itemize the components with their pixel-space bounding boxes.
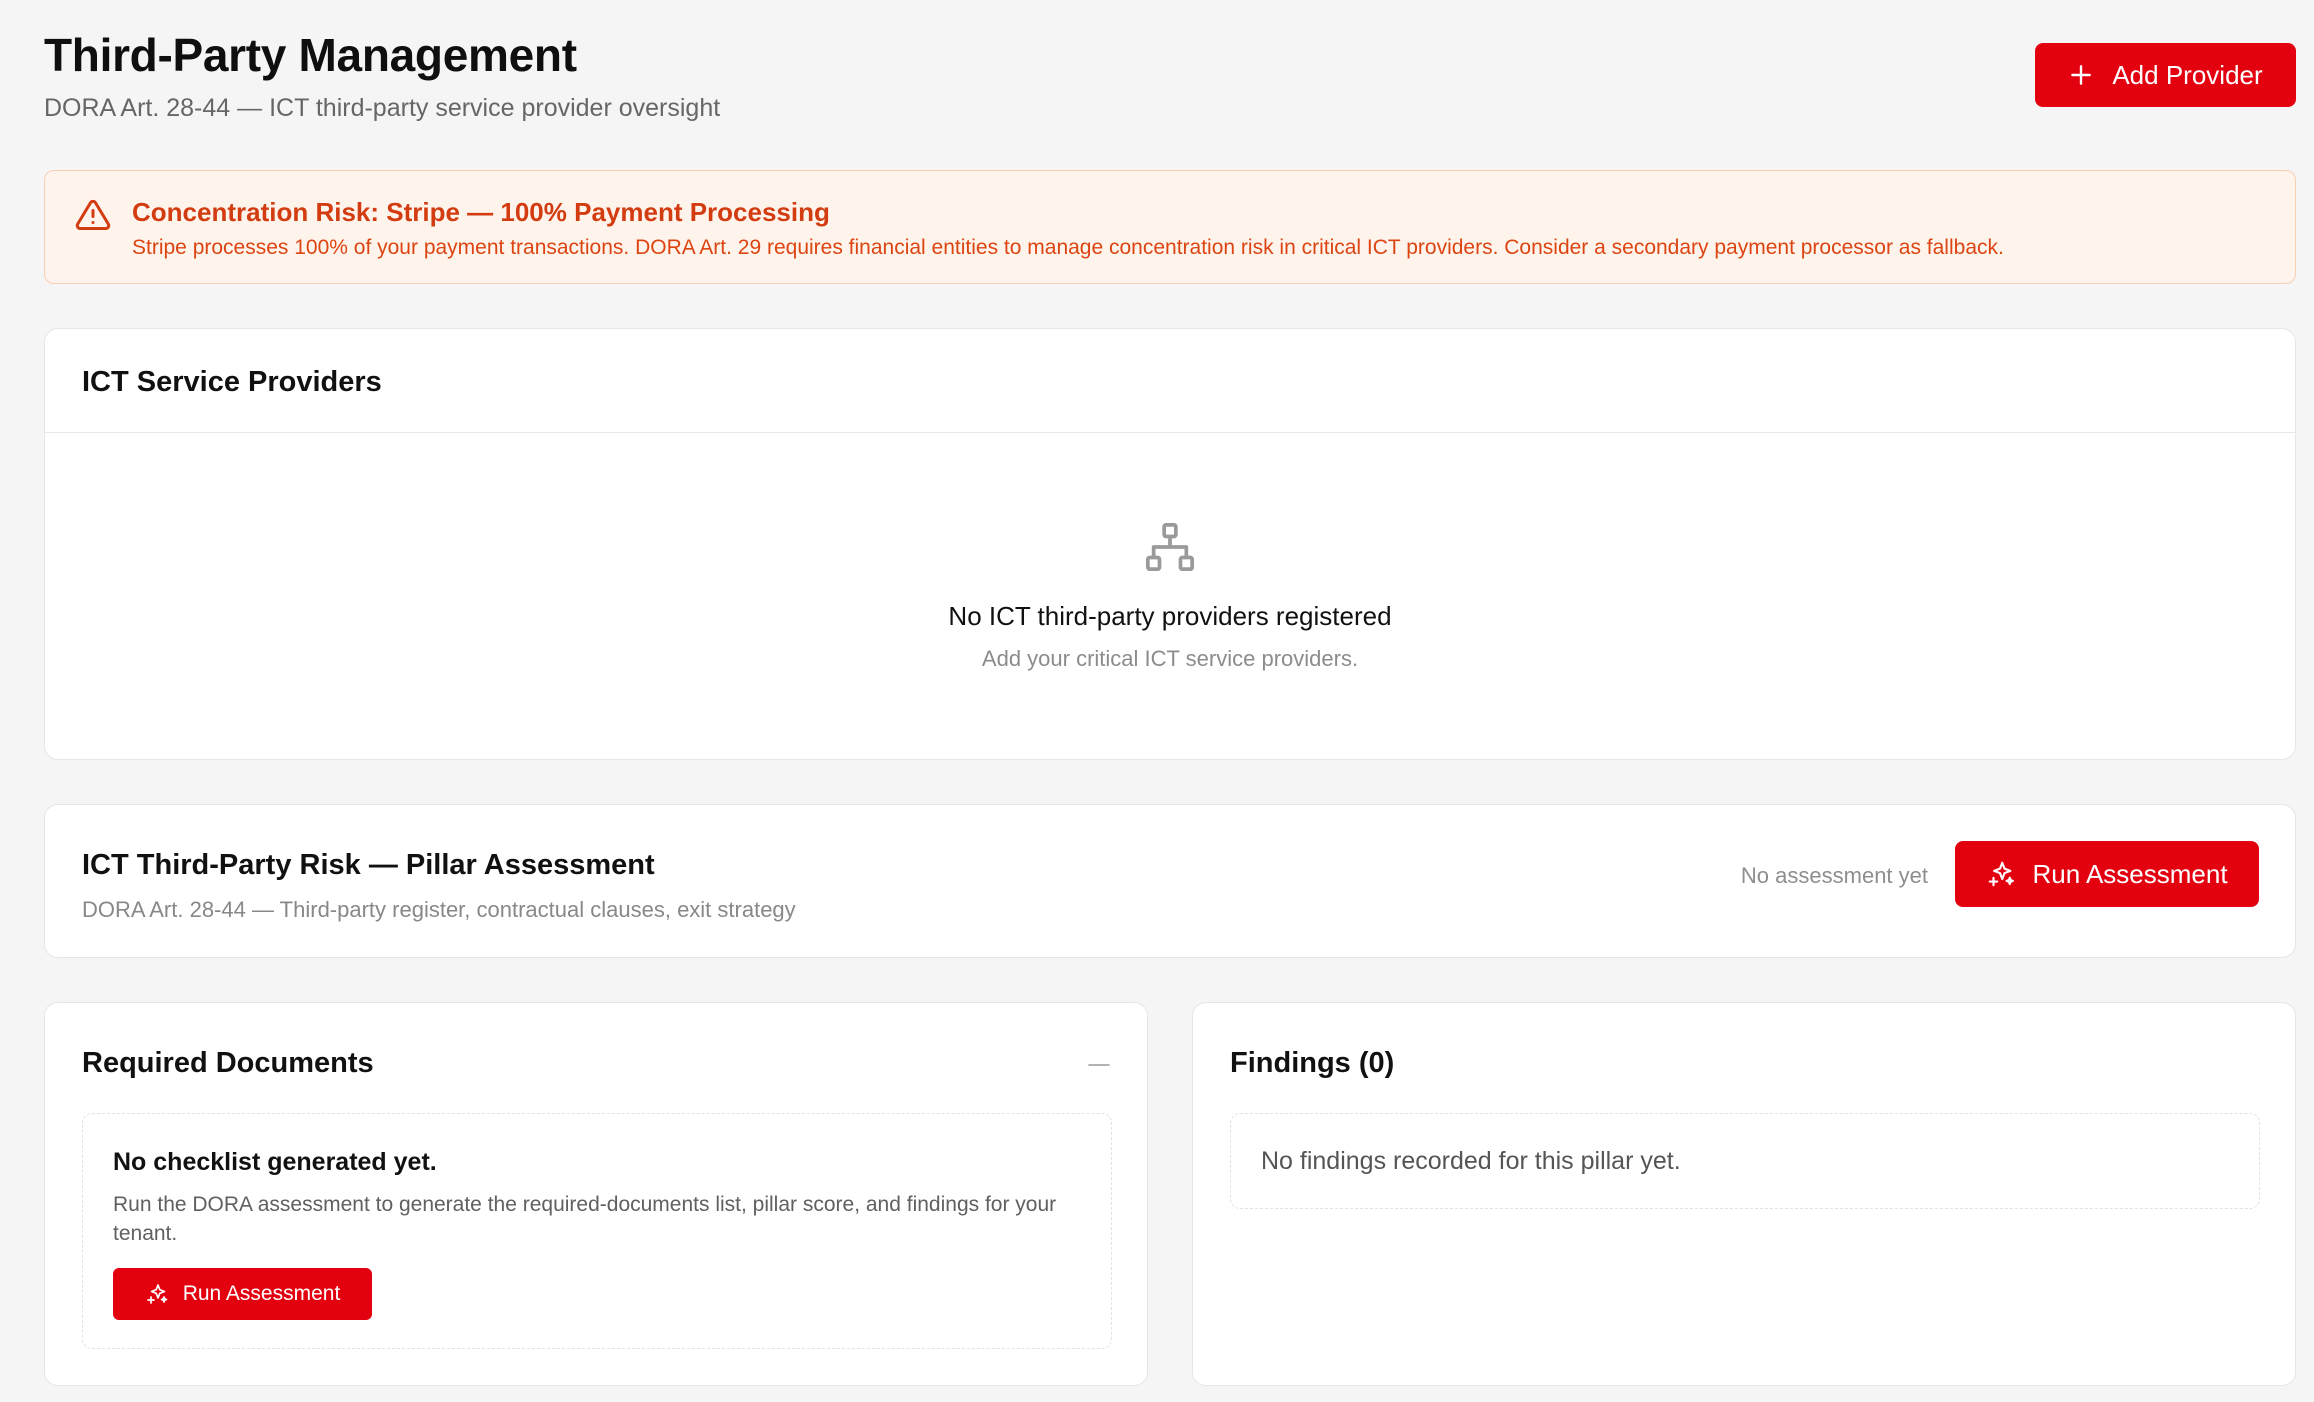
alert-body: Stripe processes 100% of your payment tr… [132,236,2004,259]
empty-subtitle: Add your critical ICT service providers. [981,646,1359,671]
empty-title: No ICT third-party providers registered [948,601,1392,631]
findings-empty-state: No findings recorded for this pillar yet… [1230,1113,2260,1209]
checklist-empty-text: Run the DORA assessment to generate the … [113,1193,1057,1245]
checklist-empty-title: No checklist generated yet. [113,1148,437,1176]
pillar-title: ICT Third-Party Risk — Pillar Assessment [82,849,655,881]
card-header: ICT Service Providers [45,329,2295,433]
network-hierarchy-icon [1145,522,1195,572]
assessment-status: No assessment yet [1740,863,1928,888]
findings-card: Findings (0) No findings recorded for th… [1192,1002,2296,1386]
sparkles-icon [146,1284,168,1304]
concentration-risk-alert: Concentration Risk: Stripe — 100% Paymen… [44,170,2296,284]
alert-title: Concentration Risk: Stripe — 100% Paymen… [132,197,830,227]
add-provider-label: Add Provider [2112,59,2263,90]
page-header: Third-Party Management DORA Art. 28-44 —… [44,0,2296,160]
page-title: Third-Party Management [44,29,577,81]
required-documents-card: Required Documents No checklist generate… [44,1002,1148,1386]
add-provider-button[interactable]: Add Provider [2035,43,2296,107]
findings-title: Findings (0) [1230,1047,1395,1079]
card-title: ICT Service Providers [82,366,382,398]
plus-icon [2071,65,2092,85]
run-assessment-label: Run Assessment [2032,858,2228,889]
pillar-subtitle: DORA Art. 28-44 — Third-party register, … [82,897,796,922]
page-subtitle: DORA Art. 28-44 — ICT third-party servic… [44,94,721,122]
findings-empty-text: No findings recorded for this pillar yet… [1261,1147,1681,1175]
ict-service-providers-card: ICT Service Providers No ICT third-party… [44,328,2296,760]
run-assessment-label: Run Assessment [182,1282,341,1305]
providers-empty-state: No ICT third-party providers registered … [45,519,2295,672]
warning-triangle-icon [75,199,111,230]
third-party-management-page: Third-Party Management DORA Art. 28-44 —… [44,0,2296,1386]
run-assessment-button[interactable]: Run Assessment [1955,841,2259,907]
checklist-empty-state: No checklist generated yet. Run the DORA… [82,1113,1112,1349]
sparkles-icon [1989,861,2015,887]
pillar-assessment-card: ICT Third-Party Risk — Pillar Assessment… [44,804,2296,958]
run-assessment-button-secondary[interactable]: Run Assessment [113,1268,372,1320]
required-documents-title: Required Documents [82,1047,374,1079]
minus-icon[interactable] [1087,1053,1111,1077]
